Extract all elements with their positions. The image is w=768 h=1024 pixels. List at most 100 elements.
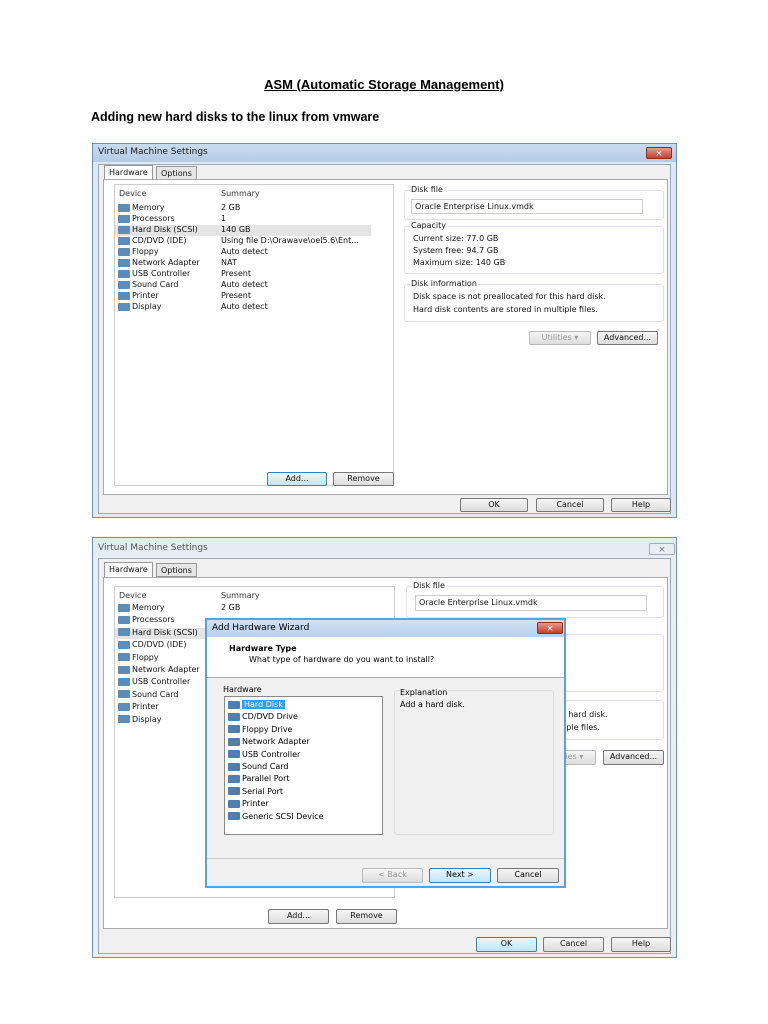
- device-row[interactable]: Memory 2 GB: [115, 603, 371, 614]
- cancel-button[interactable]: Cancel: [543, 937, 604, 952]
- close-icon[interactable]: ×: [649, 543, 675, 555]
- device-name: Processors: [132, 214, 175, 223]
- printer-icon: [118, 702, 130, 711]
- floppy-icon: [228, 725, 240, 734]
- ok-button[interactable]: OK: [476, 937, 537, 952]
- device-summary: 2 GB: [221, 203, 241, 212]
- remove-button[interactable]: Remove: [336, 909, 397, 924]
- hardware-type-label: Generic SCSI Device: [242, 811, 324, 821]
- utilities-button[interactable]: Utilities ▾: [529, 331, 591, 345]
- advanced-button[interactable]: Advanced...: [597, 331, 658, 345]
- hardware-type-item[interactable]: CD/DVD Drive: [228, 712, 298, 724]
- disk-file-input[interactable]: Oracle Enterprise Linux.vmdk: [411, 199, 643, 214]
- next-button[interactable]: Next >: [429, 868, 491, 883]
- device-row[interactable]: Network Adapter NAT: [115, 258, 371, 269]
- hardware-type-label: Serial Port: [242, 786, 284, 796]
- tab-hardware[interactable]: Hardware: [104, 165, 153, 180]
- disk-file-label: Disk file: [410, 185, 444, 194]
- hardware-type-label: Sound Card: [242, 762, 289, 771]
- ok-button[interactable]: OK: [460, 498, 528, 512]
- hardware-type-item[interactable]: Serial Port: [228, 787, 283, 799]
- sound-card-icon: [118, 690, 130, 699]
- device-row[interactable]: Processors 1: [115, 214, 371, 225]
- maximum-size: Maximum size: 140 GB: [413, 258, 506, 267]
- device-row[interactable]: Sound Card Auto detect: [115, 280, 371, 291]
- device-row[interactable]: Hard Disk (SCSI) 140 GB: [115, 225, 371, 236]
- device-row[interactable]: Display Auto detect: [115, 302, 371, 313]
- hardware-type-item[interactable]: Printer: [228, 799, 269, 811]
- hardware-type-item[interactable]: USB Controller: [228, 750, 300, 762]
- close-icon[interactable]: ×: [537, 622, 563, 634]
- device-name: Memory: [132, 203, 165, 212]
- device-summary: NAT: [221, 258, 237, 267]
- cancel-button[interactable]: Cancel: [536, 498, 604, 512]
- device-summary: Present: [221, 291, 252, 300]
- column-header-device[interactable]: Device: [119, 189, 146, 198]
- hardware-type-item[interactable]: Parallel Port: [228, 774, 290, 786]
- window-title: Virtual Machine Settings: [98, 147, 208, 157]
- device-summary: 1: [221, 214, 227, 223]
- device-row[interactable]: USB Controller Present: [115, 269, 371, 280]
- hardware-type-item[interactable]: Hard Disk: [228, 700, 285, 712]
- column-header-device[interactable]: Device: [119, 591, 146, 600]
- device-name: Floppy: [132, 247, 159, 256]
- disk-info-line: Hard disk contents are stored in multipl…: [413, 305, 598, 314]
- device-list[interactable]: Device Summary Memory 2 GB Processors 1 Hard D…: [114, 184, 394, 486]
- device-name: Processors: [132, 615, 175, 625]
- cd-dvd-icon: [228, 712, 240, 721]
- advanced-button[interactable]: Advanced...: [603, 750, 664, 765]
- sound-card-icon: [228, 762, 240, 771]
- floppy-icon: [118, 653, 130, 662]
- close-icon[interactable]: ×: [646, 147, 672, 159]
- window-title: Virtual Machine Settings: [98, 543, 208, 553]
- column-header-summary[interactable]: Summary: [221, 189, 260, 198]
- device-name: CD/DVD (IDE): [132, 236, 187, 245]
- current-size: Current size: 77.0 GB: [413, 234, 499, 243]
- capacity-label: Capacity: [410, 221, 447, 230]
- disk-info-line: Disk space is not preallocated for this …: [413, 292, 606, 301]
- device-name: Network Adapter: [132, 258, 200, 267]
- device-name: Floppy: [132, 652, 159, 662]
- wizard-cancel-button[interactable]: Cancel: [497, 868, 559, 883]
- device-summary: Auto detect: [221, 280, 268, 289]
- device-name: Printer: [132, 702, 159, 712]
- add-button[interactable]: Add...: [268, 909, 329, 924]
- disk-file-label: Disk file: [412, 581, 446, 590]
- hard-disk-icon: [228, 700, 240, 709]
- cd-dvd-icon: [118, 236, 130, 245]
- hardware-type-item[interactable]: Generic SCSI Device: [228, 812, 324, 824]
- capacity-group: Capacity Current size: 77.0 GB System fr…: [404, 221, 664, 274]
- device-row[interactable]: Floppy Auto detect: [115, 247, 371, 258]
- wizard-heading: Hardware Type: [229, 644, 297, 653]
- tab-options[interactable]: Options: [156, 563, 197, 577]
- hardware-type-item[interactable]: Floppy Drive: [228, 725, 292, 737]
- usb-icon: [118, 677, 130, 686]
- help-button[interactable]: Help: [611, 498, 671, 512]
- back-button[interactable]: < Back: [362, 868, 423, 883]
- device-name: Hard Disk (SCSI): [132, 627, 198, 637]
- document-title: ASM (Automatic Storage Management): [264, 77, 504, 92]
- usb-icon: [118, 269, 130, 278]
- add-button[interactable]: Add...: [267, 472, 327, 486]
- device-row[interactable]: Memory 2 GB: [115, 203, 371, 214]
- column-header-summary[interactable]: Summary: [221, 591, 260, 600]
- vm-settings-dialog-1: Virtual Machine Settings × Hardware Opti…: [92, 143, 677, 518]
- device-row[interactable]: Printer Present: [115, 291, 371, 302]
- tab-options[interactable]: Options: [156, 166, 197, 180]
- device-name: USB Controller: [132, 677, 191, 687]
- device-row[interactable]: CD/DVD (IDE) Using file D:\Orawave\oel5.6…: [115, 236, 371, 247]
- hardware-type-item[interactable]: Sound Card: [228, 762, 288, 774]
- network-adapter-icon: [118, 665, 130, 674]
- hardware-type-item[interactable]: Network Adapter: [228, 737, 310, 749]
- tab-panel: Device Summary Memory 2 GB Processors 1 Hard D…: [103, 179, 668, 495]
- disk-file-group: Disk file Oracle Enterprise Linux.vmdk: [406, 581, 664, 618]
- printer-icon: [118, 291, 130, 300]
- tab-hardware[interactable]: Hardware: [104, 562, 153, 577]
- disk-file-input[interactable]: Oracle Enterprise Linux.vmdk: [415, 595, 647, 611]
- network-adapter-icon: [118, 258, 130, 267]
- remove-button[interactable]: Remove: [333, 472, 394, 486]
- help-button[interactable]: Help: [611, 937, 671, 952]
- device-name: Sound Card: [132, 689, 179, 699]
- explanation-text: Add a hard disk.: [400, 700, 465, 709]
- hardware-type-list[interactable]: Hard Disk CD/DVD Drive Floppy Drive Network…: [224, 696, 383, 835]
